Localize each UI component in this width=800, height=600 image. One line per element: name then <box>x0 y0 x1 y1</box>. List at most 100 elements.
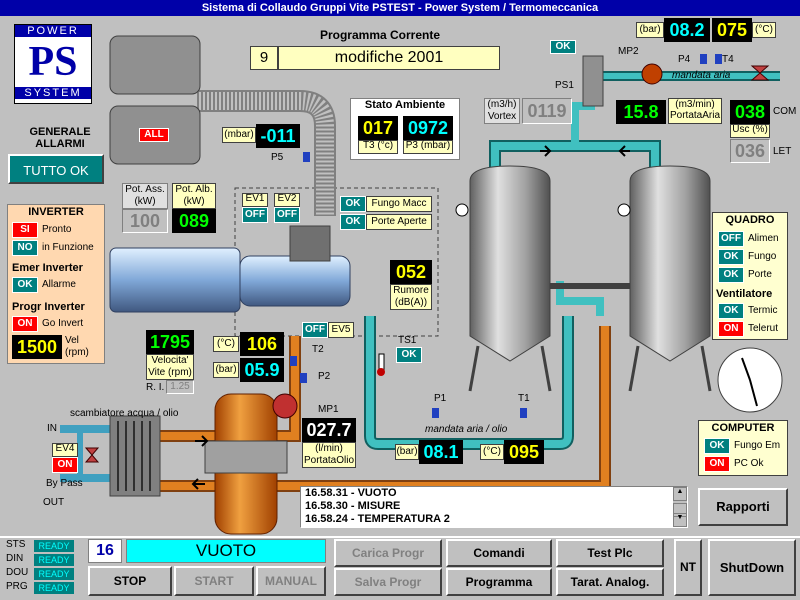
rumore-value: 052 <box>390 260 432 284</box>
bypass-valve <box>84 447 100 463</box>
event-log[interactable]: 16.58.31 - VUOTO 16.58.30 - MISURE 16.58.2… <box>300 486 688 528</box>
outlet-pressure-unit: (bar) <box>636 22 664 38</box>
emer-inverter-label: Allarme <box>42 279 76 290</box>
quadro-fungo-state: OK <box>718 249 744 265</box>
start-button[interactable]: START <box>174 566 254 596</box>
scambiatore-label: scambiatore acqua / olio <box>70 408 179 419</box>
air-flow-label: (m3/min) PortataAria <box>668 98 722 124</box>
logo-top: POWER <box>15 25 91 37</box>
ev1-state: OFF <box>242 207 268 223</box>
mandata-aria-label: mandata aria <box>672 70 731 81</box>
p2-label: P2 <box>318 371 331 382</box>
ps1-label: PS1 <box>555 80 574 91</box>
all-alarm-badge: ALL <box>139 128 169 142</box>
quadro-alimen-state: OFF <box>718 231 744 247</box>
nt-button[interactable]: NT <box>674 539 702 596</box>
prg-value: READY <box>34 582 74 594</box>
din-label: DIN <box>6 553 24 564</box>
alarm-status[interactable]: TUTTO OK <box>8 154 104 184</box>
inverter-in-funzione: in Funzione <box>42 242 94 253</box>
vortex-value: 0119 <box>522 98 572 124</box>
carica-progr-button[interactable]: Carica Progr <box>334 539 442 567</box>
window-title: Sistema di Collaudo Gruppi Vite PSTEST -… <box>0 0 800 16</box>
stato-ambiente-title: Stato Ambiente <box>364 99 446 111</box>
p3-value: 0972 <box>403 116 453 140</box>
log-line[interactable]: 16.58.24 - TEMPERATURA 2 <box>305 513 687 526</box>
oil-temp-value: 106 <box>240 332 284 356</box>
program-title: Programma Corrente <box>319 28 441 42</box>
t4-label: T4 <box>722 54 734 65</box>
oil-pressure-value: 05.9 <box>240 358 284 382</box>
com-value: 038 <box>730 100 770 124</box>
alarms-title-1: GENERALE <box>29 126 91 138</box>
mandata-temp-unit: (°C) <box>480 444 504 460</box>
prg-label: PRG <box>6 581 28 592</box>
progr-inverter-state: ON <box>12 316 38 332</box>
t3-value: 017 <box>358 116 398 140</box>
com-label: COM <box>773 106 797 117</box>
log-line[interactable]: 16.58.31 - VUOTO <box>305 487 687 500</box>
computer-fungo: Fungo Em <box>734 440 781 451</box>
oil-flow-unit: (l/min) <box>315 443 343 454</box>
comandi-button[interactable]: Comandi <box>446 539 552 567</box>
dou-label: DOU <box>6 567 29 578</box>
compressor-block-top <box>109 35 201 95</box>
pot-ass-label: Pot. Ass. (kW) <box>122 183 168 209</box>
computer-title: COMPUTER <box>711 422 775 434</box>
computer-pc: PC Ok <box>734 458 764 469</box>
log-line[interactable]: 16.58.30 - MISURE <box>305 500 687 513</box>
fungo-macc-state: OK <box>340 196 366 212</box>
fungo-macc-label: Fungo Macc <box>366 196 432 212</box>
log-scrollbar[interactable]: ▲ ▼ <box>673 487 687 527</box>
inverter-vel-label: Vel (rpm) <box>65 335 89 358</box>
scroll-down-arrow-icon[interactable]: ▼ <box>673 513 687 527</box>
ventilatore-termic: Termic <box>748 305 778 316</box>
porte-aperte-state: OK <box>340 214 366 230</box>
inverter-pronto: Pronto <box>42 224 72 235</box>
quadro-title: QUADRO <box>725 214 775 226</box>
ev1-label: EV1 <box>242 193 268 207</box>
shutdown-button[interactable]: ShutDown <box>708 539 796 596</box>
progr-inverter-label: Go Invert <box>42 318 84 329</box>
mandata-aria-olio-label: mandata aria / olio <box>425 424 508 435</box>
manual-button[interactable]: MANUAL <box>256 566 326 596</box>
bypass-label: By Pass <box>46 478 83 489</box>
p5-tag: P5 <box>271 152 284 163</box>
sts-value: READY <box>34 540 74 552</box>
stop-button[interactable]: STOP <box>88 566 172 596</box>
ventilatore-telerut: Telerut <box>748 323 779 334</box>
pot-alb-label: Pot. Alb. (kW) <box>172 183 216 209</box>
let-value: 036 <box>730 139 770 163</box>
scroll-up-arrow-icon[interactable]: ▲ <box>673 487 687 501</box>
ev2-state: OFF <box>274 207 300 223</box>
inverter-title: INVERTER <box>28 206 84 218</box>
computer-fungo-state: OK <box>704 438 730 454</box>
ts1-state: OK <box>396 347 422 363</box>
air-flow-unit: (m3/min) <box>675 99 715 110</box>
p5-unit: (mbar) <box>222 127 256 143</box>
quadro-fungo: Fungo <box>748 251 777 262</box>
ventilatore-telerut-state: ON <box>718 321 744 337</box>
air-flow-value: 15.8 <box>616 100 666 124</box>
quadro-porte-state: OK <box>718 267 744 283</box>
din-value: READY <box>34 554 74 566</box>
vortex-label: (m3/h) Vortex <box>484 98 520 124</box>
logo-mid: PS <box>28 39 78 85</box>
rapporti-button[interactable]: Rapporti <box>698 488 788 526</box>
p1-label: P1 <box>434 393 447 404</box>
ri-label: R. I. <box>146 382 165 393</box>
programma-button[interactable]: Programma <box>446 568 552 596</box>
salva-progr-button[interactable]: Salva Progr <box>334 568 442 596</box>
ev4-state: ON <box>52 457 78 473</box>
let-label: LET <box>773 146 792 157</box>
test-plc-button[interactable]: Test Plc <box>556 539 664 567</box>
air-flow-caption: PortataAria <box>669 109 721 121</box>
ps1-regulator <box>582 55 604 107</box>
vortex-label-1: (m3/h) <box>487 99 517 110</box>
ventilatore-termic-state: OK <box>718 303 744 319</box>
usc-label: Usc (%) <box>730 124 770 138</box>
mp2-gauge <box>641 63 663 85</box>
progr-inverter-title: Progr Inverter <box>12 301 85 313</box>
phase-name: VUOTO <box>126 539 326 563</box>
tarat-analog-button[interactable]: Tarat. Analog. <box>556 568 664 596</box>
